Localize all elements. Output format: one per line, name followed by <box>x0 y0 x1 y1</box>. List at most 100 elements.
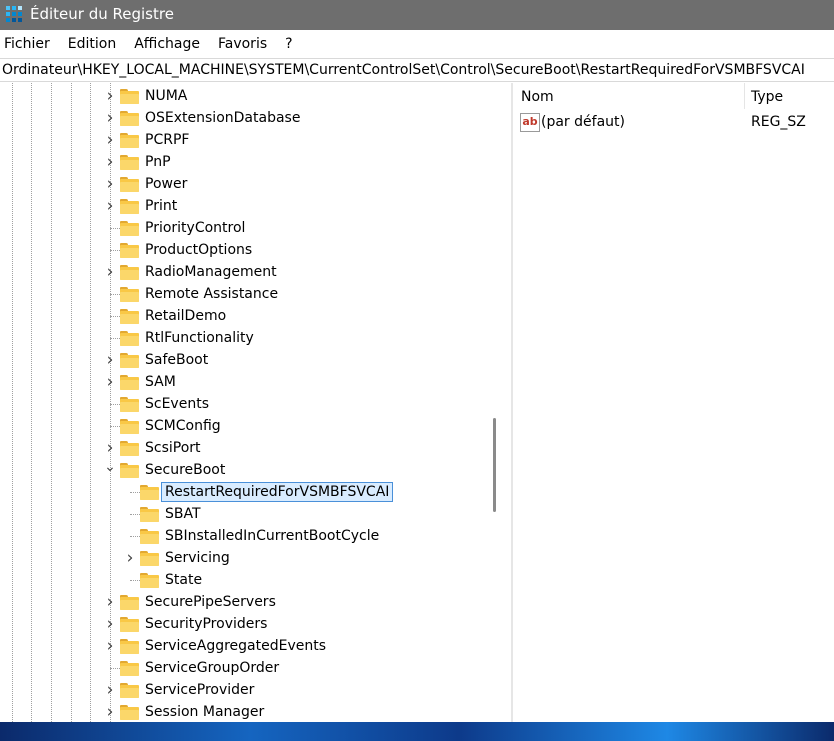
tree-node-servicegrouporder[interactable]: ServiceGroupOrder <box>0 657 488 679</box>
tree-node-prioritycontrol[interactable]: PriorityControl <box>0 217 488 239</box>
folder-icon <box>120 287 139 302</box>
folder-icon <box>120 353 139 368</box>
value-row[interactable]: ab (par défaut) REG_SZ <box>514 111 834 133</box>
tree-node-power[interactable]: › Power <box>0 173 488 195</box>
chevron-right-icon[interactable]: › <box>105 129 115 151</box>
chevron-right-icon[interactable]: › <box>105 173 115 195</box>
tree-node-securepipeservers[interactable]: › SecurePipeServers <box>0 591 488 613</box>
menu-favoris[interactable]: Favoris <box>214 36 277 52</box>
column-divider[interactable] <box>744 83 745 109</box>
chevron-right-icon[interactable]: › <box>105 85 115 107</box>
column-header-type[interactable]: Type <box>751 89 783 105</box>
tree-node-secureboot[interactable]: ⌄ SecureBoot <box>0 459 488 481</box>
tree-node-restartrequiredforvsmbfsvcai[interactable]: RestartRequiredForVSMBFSVCAI <box>0 481 488 503</box>
tree-node-session-manager[interactable]: › Session Manager <box>0 701 488 722</box>
tree-node-productoptions[interactable]: ProductOptions <box>0 239 488 261</box>
tree-node-servicing[interactable]: › Servicing <box>0 547 488 569</box>
value-type: REG_SZ <box>751 114 806 130</box>
chevron-right-icon[interactable]: › <box>105 349 115 371</box>
folder-icon <box>140 551 159 566</box>
folder-icon <box>120 331 139 346</box>
tree-node-label: PCRPF <box>145 132 190 148</box>
folder-icon <box>120 243 139 258</box>
folder-icon <box>120 463 139 478</box>
chevron-right-icon[interactable]: › <box>105 679 115 701</box>
menu-affichage[interactable]: Affichage <box>130 36 210 52</box>
menu-edition[interactable]: Edition <box>64 36 126 52</box>
chevron-right-icon[interactable]: › <box>105 261 115 283</box>
menu-bar: Fichier Edition Affichage Favoris ? <box>0 32 834 56</box>
tree-node-remote-assistance[interactable]: Remote Assistance <box>0 283 488 305</box>
pane-splitter[interactable] <box>511 83 513 722</box>
folder-icon <box>120 397 139 412</box>
folder-icon <box>140 507 159 522</box>
folder-icon <box>120 265 139 280</box>
chevron-right-icon[interactable]: › <box>105 591 115 613</box>
tree-node-scevents[interactable]: ScEvents <box>0 393 488 415</box>
tree-node-numa[interactable]: › NUMA <box>0 85 488 107</box>
tree-node-label: Print <box>145 198 178 214</box>
tree-node-label: SecureBoot <box>145 462 226 478</box>
tree-node-label: RtlFunctionality <box>145 330 254 346</box>
column-header-name[interactable]: Nom <box>521 89 554 105</box>
folder-icon <box>120 419 139 434</box>
tree-node-sam[interactable]: › SAM <box>0 371 488 393</box>
values-list: Nom Type ab (par défaut) REG_SZ <box>514 83 834 722</box>
tree-node-label: NUMA <box>145 88 188 104</box>
tree-node-print[interactable]: › Print <box>0 195 488 217</box>
tree-node-sbat[interactable]: SBAT <box>0 503 488 525</box>
tree-node-sbinstalledincurrentbootcycle[interactable]: SBInstalledInCurrentBootCycle <box>0 525 488 547</box>
tree-node-label: ScsiPort <box>145 440 201 456</box>
tree-node-pcrpf[interactable]: › PCRPF <box>0 129 488 151</box>
chevron-right-icon[interactable]: › <box>105 151 115 173</box>
tree-scroll-thumb[interactable] <box>493 418 496 512</box>
tree-node-label: Remote Assistance <box>145 286 279 302</box>
tree-node-label: SecurePipeServers <box>145 594 276 610</box>
folder-icon <box>120 639 139 654</box>
tree-node-rtlfunctionality[interactable]: RtlFunctionality <box>0 327 488 349</box>
tree-node-label: State <box>165 572 203 588</box>
taskbar <box>0 722 834 741</box>
tree-node-retaildemo[interactable]: RetailDemo <box>0 305 488 327</box>
tree-node-state[interactable]: State <box>0 569 488 591</box>
tree-node-scsiport[interactable]: › ScsiPort <box>0 437 488 459</box>
chevron-right-icon[interactable]: › <box>125 547 135 569</box>
chevron-right-icon[interactable]: › <box>105 613 115 635</box>
chevron-right-icon[interactable]: › <box>105 635 115 657</box>
menu-help[interactable]: ? <box>281 36 302 52</box>
window-title: Éditeur du Registre <box>30 5 174 23</box>
tree-node-safeboot[interactable]: › SafeBoot <box>0 349 488 371</box>
menu-fichier[interactable]: Fichier <box>0 36 60 52</box>
tree-node-radiomanagement[interactable]: › RadioManagement <box>0 261 488 283</box>
tree-node-scmconfig[interactable]: SCMConfig <box>0 415 488 437</box>
tree-node-label: Power <box>145 176 188 192</box>
chevron-down-icon[interactable]: ⌄ <box>104 456 116 478</box>
tree-node-label: SAM <box>145 374 176 390</box>
tree-node-pnp[interactable]: › PnP <box>0 151 488 173</box>
folder-icon <box>140 485 159 500</box>
tree-node-label: SecurityProviders <box>145 616 268 632</box>
address-bar[interactable]: Ordinateur\HKEY_LOCAL_MACHINE\SYSTEM\Cur… <box>0 58 834 82</box>
registry-editor-icon <box>6 6 22 22</box>
chevron-right-icon[interactable]: › <box>105 371 115 393</box>
folder-icon <box>120 375 139 390</box>
tree-scrollbar[interactable] <box>489 83 501 722</box>
tree-node-label: SCMConfig <box>145 418 221 434</box>
folder-icon <box>120 199 139 214</box>
tree-node-label: ProductOptions <box>145 242 253 258</box>
tree-node-label: ServiceGroupOrder <box>145 660 280 676</box>
folder-icon <box>120 441 139 456</box>
tree-node-securityproviders[interactable]: › SecurityProviders <box>0 613 488 635</box>
folder-icon <box>120 133 139 148</box>
key-tree[interactable]: › NUMA › OSExtensionDatabase › PCRPF › PnP › Powe… <box>0 83 510 722</box>
value-name: (par défaut) <box>541 114 625 130</box>
chevron-right-icon[interactable]: › <box>105 195 115 217</box>
folder-icon <box>120 221 139 236</box>
tree-node-serviceprovider[interactable]: › ServiceProvider <box>0 679 488 701</box>
tree-node-osextensiondatabase[interactable]: › OSExtensionDatabase <box>0 107 488 129</box>
tree-node-label: OSExtensionDatabase <box>145 110 301 126</box>
folder-icon <box>120 661 139 676</box>
chevron-right-icon[interactable]: › <box>105 107 115 129</box>
tree-node-serviceaggregatedevents[interactable]: › ServiceAggregatedEvents <box>0 635 488 657</box>
chevron-right-icon[interactable]: › <box>105 701 115 722</box>
